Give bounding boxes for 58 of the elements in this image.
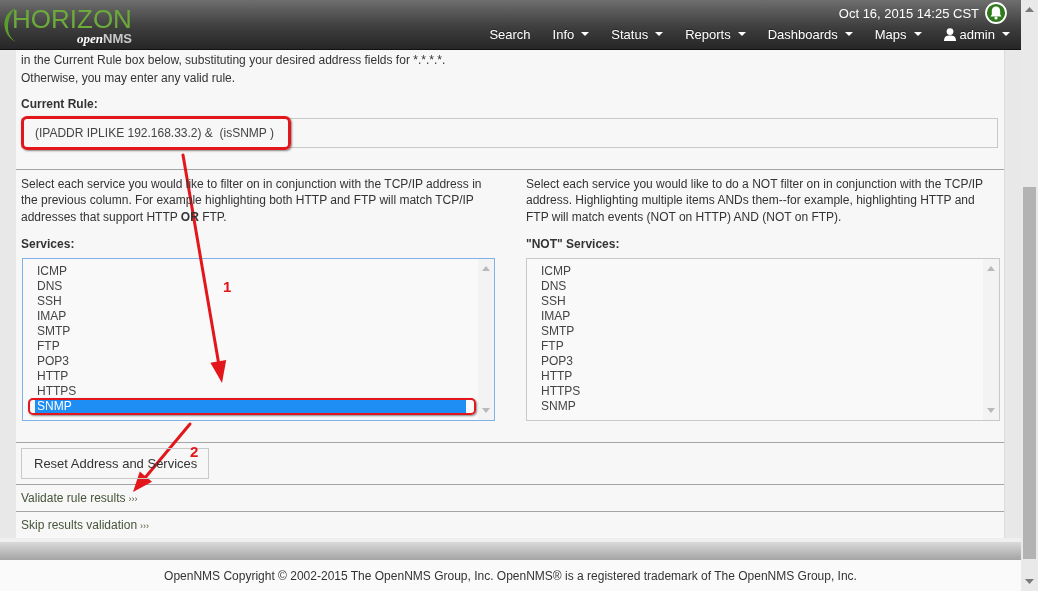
nav-menu-item[interactable]: Reports (685, 26, 746, 42)
scroll-down-icon[interactable] (482, 407, 490, 413)
service-option[interactable]: SMTP (35, 324, 73, 338)
service-option[interactable]: SNMP (539, 399, 578, 413)
caret-icon (581, 32, 590, 36)
service-option[interactable]: SSH (35, 294, 64, 308)
nav-menu-item[interactable]: Maps (874, 26, 922, 42)
caret-icon (1002, 32, 1010, 36)
service-option[interactable]: POP3 (539, 354, 575, 368)
service-option[interactable]: FTP (539, 339, 566, 353)
nav-menu-item[interactable]: Dashboards (767, 26, 853, 42)
service-option[interactable]: IMAP (539, 309, 573, 323)
nav-menu-item[interactable]: Search (489, 26, 531, 42)
field-label: Current Rule: (21, 96, 99, 113)
scroll-up-icon[interactable] (482, 265, 490, 271)
text-link[interactable]: Validate rule results ››› (21, 491, 138, 505)
bell-icon[interactable] (985, 2, 1007, 24)
service-option[interactable]: HTTPS (35, 384, 79, 398)
rule-field[interactable]: (IPADDR IPLIKE 192.168.33.2) & (isSNMP ) (21, 118, 998, 148)
caret-icon (913, 32, 922, 36)
scroll-up-icon[interactable] (987, 265, 995, 271)
service-option[interactable]: FTP (35, 339, 62, 353)
service-option[interactable]: POP3 (35, 354, 71, 368)
instruction-text: in the Current Rule box below, substituting your desired address fields for *.*.*.*. (21, 52, 447, 69)
service-option[interactable]: ICMP (35, 264, 69, 278)
service-option[interactable]: DNS (35, 279, 65, 293)
service-option[interactable]: HTTP (35, 369, 71, 383)
nav-menu-item[interactable]: admin (943, 26, 1010, 42)
callout-number: 1 (223, 279, 232, 295)
service-option[interactable]: ICMP (539, 264, 573, 278)
service-option[interactable]: DNS (539, 279, 569, 293)
services-listbox[interactable]: ICMP DNS SSH IMAP SMTP FTP POP3 HTTP HTTPS SNMP (526, 257, 1000, 421)
description-text: Select each service you would like to do a NOT filter on in conjunction with the TCP/IP address. Highlighting multiple items ANDs them--for example, highlighting HTTP and FTP will match events (NOT on HTTP) AND (NOT on FTP). (526, 175, 984, 226)
logo-subtitle: openNMS (77, 32, 132, 45)
text-link[interactable]: Skip results validation ››› (21, 518, 150, 533)
page-scrollbar[interactable] (1021, 0, 1038, 591)
service-option[interactable]: HTTPS (539, 384, 583, 398)
logo-title: HORIZON (12, 5, 132, 33)
callout-number: 2 (190, 444, 199, 460)
scroll-down-icon[interactable] (987, 407, 995, 413)
service-option[interactable]: SMTP (539, 324, 577, 338)
nav-menu-item[interactable]: Status (611, 26, 664, 42)
service-option[interactable]: HTTP (539, 369, 575, 383)
scroll-down-icon[interactable] (1025, 579, 1034, 584)
caret-icon (844, 32, 853, 36)
date-time: Oct 16, 2015 14:25 CST (838, 5, 979, 21)
service-option[interactable]: SSH (539, 294, 568, 308)
scroll-up-icon[interactable] (1025, 7, 1034, 12)
caret-icon (737, 32, 746, 36)
service-option[interactable]: IMAP (35, 309, 69, 323)
listbox-label: Services: (21, 235, 76, 253)
nav-menu-item[interactable]: Info (552, 26, 590, 42)
scrollbar-thumb[interactable] (1023, 187, 1036, 559)
instruction-text: Otherwise, you may enter any valid rule. (21, 70, 237, 87)
user-icon (943, 27, 956, 41)
copyright-text: OpenNMS Copyright © 2002-2015 The OpenNMS Group, Inc. OpenNMS® is a registered trademark of The OpenNMS Group, Inc. (164, 568, 857, 583)
listbox-label: "NOT" Services: (526, 235, 621, 253)
caret-icon (655, 32, 664, 36)
